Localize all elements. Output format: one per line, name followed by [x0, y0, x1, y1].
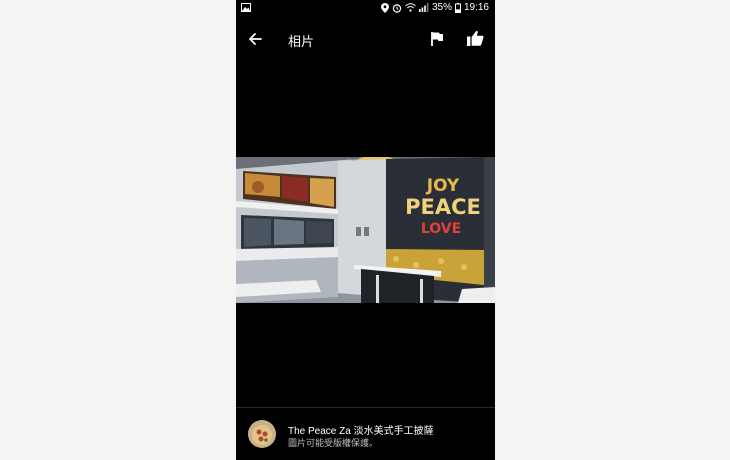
- gallery-icon: [241, 3, 251, 15]
- toolbar: 相片: [236, 22, 495, 56]
- location-icon: [380, 2, 389, 13]
- wall-text-peace: PEACE: [405, 195, 481, 219]
- wall-text-joy: JOY: [426, 176, 460, 196]
- place-avatar[interactable]: [248, 420, 276, 448]
- flag-icon[interactable]: [429, 30, 445, 48]
- place-name[interactable]: The Peace Za 淡水美式手工披薩: [288, 422, 434, 437]
- phone-screen: 35% 19:16 相片 JOY PEACE LOVE The Peace Za…: [236, 0, 495, 460]
- photo-info-bar: The Peace Za 淡水美式手工披薩 圖片可能受版權保護。: [236, 407, 495, 460]
- copyright-note: 圖片可能受版權保護。: [288, 438, 379, 448]
- wifi-icon: [405, 3, 416, 12]
- battery-level: 35%: [431, 2, 452, 13]
- battery-icon: [454, 2, 461, 13]
- thumbs-up-icon[interactable]: [466, 29, 485, 48]
- page-title: 相片: [288, 34, 315, 49]
- restaurant-photo: JOY PEACE LOVE: [236, 157, 495, 303]
- status-bar: 35% 19:16: [236, 0, 495, 17]
- back-arrow-icon[interactable]: [246, 30, 266, 48]
- status-time: 19:16: [463, 2, 489, 13]
- alarm-icon: [392, 3, 402, 13]
- signal-icon: [418, 3, 429, 12]
- wall-text-love: LOVE: [421, 221, 461, 237]
